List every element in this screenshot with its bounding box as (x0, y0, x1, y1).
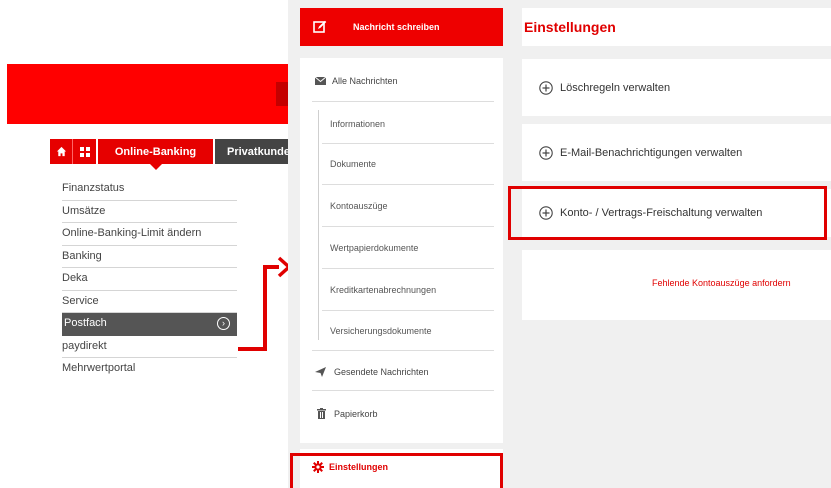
menu-item-postfach[interactable]: Postfach › (62, 313, 237, 336)
menu-item-label: Postfach (64, 317, 107, 329)
menu-item-service[interactable]: Service (62, 291, 237, 313)
menu-item-mehrwertportal[interactable]: Mehrwertportal (62, 358, 237, 381)
folder-label: Alle Nachrichten (332, 76, 398, 86)
divider (322, 143, 494, 144)
edit-icon (313, 20, 327, 33)
option-label: E-Mail-Benachrichtigungen verwalten (560, 146, 743, 159)
folder-all-messages[interactable]: Alle Nachrichten (315, 76, 398, 86)
banking-menu: Finanzstatus Umsätze Online-Banking-Limi… (62, 178, 237, 381)
send-icon (315, 367, 326, 377)
option-label: Löschregeln verwalten (560, 81, 671, 94)
highlight-box-settings (290, 453, 503, 488)
menu-item-paydirekt[interactable]: paydirekt (62, 336, 237, 358)
subfolder-tree-line (318, 110, 319, 340)
tab-online-banking[interactable]: Online-Banking (98, 139, 213, 170)
folder-kreditkartenabrechnungen[interactable]: Kreditkartenabrechnungen (330, 285, 436, 295)
write-message-label: Nachricht schreiben (353, 22, 440, 32)
divider (312, 350, 494, 351)
folder-informationen[interactable]: Informationen (330, 119, 385, 129)
plus-circle-icon (539, 80, 553, 95)
chevron-right-icon: › (217, 317, 230, 330)
connector-line (263, 267, 267, 351)
home-icon[interactable] (50, 139, 73, 164)
menu-item-umsaetze[interactable]: Umsätze (62, 201, 237, 223)
option-email-notifications[interactable]: E-Mail-Benachrichtigungen verwalten (522, 124, 831, 181)
envelope-icon (315, 77, 326, 85)
divider (312, 390, 494, 391)
highlight-box-konto (508, 186, 827, 240)
main-tabbar: Online-Banking Privatkunden (50, 139, 295, 170)
plus-circle-icon (539, 145, 553, 160)
settings-header: Einstellungen (522, 8, 831, 46)
folder-kontoauszuege[interactable]: Kontoauszüge (330, 201, 388, 211)
menu-item-banking[interactable]: Banking (62, 246, 237, 268)
menu-item-limit[interactable]: Online-Banking-Limit ändern (62, 223, 237, 246)
trash-icon (317, 408, 326, 419)
folder-dokumente[interactable]: Dokumente (330, 159, 376, 169)
header-banner (7, 64, 292, 124)
folder-versicherungsdokumente[interactable]: Versicherungsdokumente (330, 326, 432, 336)
folder-wertpapierdokumente[interactable]: Wertpapierdokumente (330, 243, 418, 253)
divider (312, 101, 494, 102)
divider (322, 184, 494, 185)
request-missing-statements-link[interactable]: Fehlende Kontoauszüge anfordern (652, 278, 791, 288)
divider (322, 268, 494, 269)
page-title: Einstellungen (524, 19, 616, 35)
write-message-button[interactable]: Nachricht schreiben (300, 8, 503, 46)
folder-trash[interactable]: Papierkorb (317, 408, 378, 419)
menu-item-finanzstatus[interactable]: Finanzstatus (62, 178, 237, 201)
menu-item-deka[interactable]: Deka (62, 268, 237, 291)
grid-icon[interactable] (73, 139, 96, 164)
divider (322, 310, 494, 311)
option-loeschregeln[interactable]: Löschregeln verwalten (522, 59, 831, 116)
folder-label: Gesendete Nachrichten (334, 367, 429, 377)
divider (322, 226, 494, 227)
tab-privatkunden[interactable]: Privatkunden (215, 139, 295, 164)
folder-sent[interactable]: Gesendete Nachrichten (315, 367, 429, 377)
folder-label: Papierkorb (334, 408, 378, 419)
